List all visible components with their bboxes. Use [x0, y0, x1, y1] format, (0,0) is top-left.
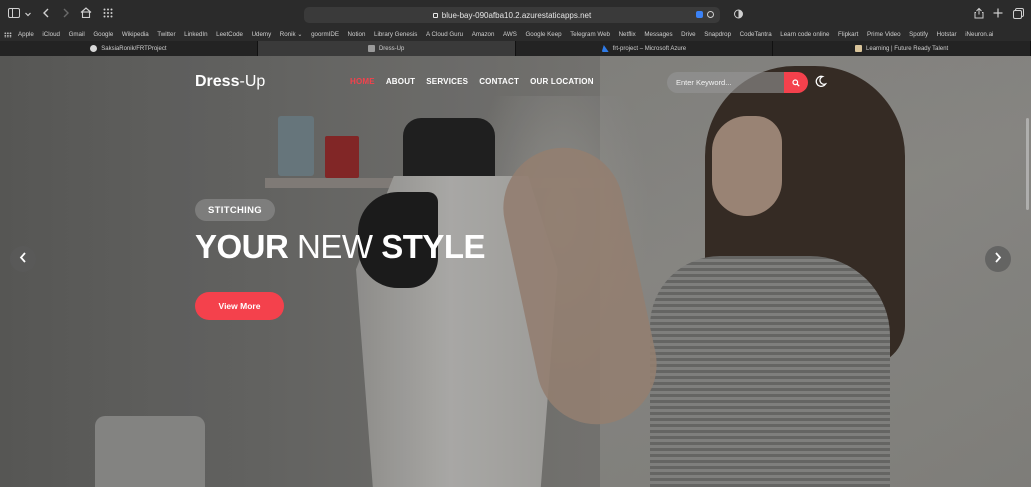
bookmark-item[interactable]: iNeuron.ai: [965, 31, 993, 38]
forward-icon[interactable]: [62, 8, 70, 20]
chevron-down-icon: ⌄: [295, 31, 303, 38]
reload-icon[interactable]: [707, 11, 714, 18]
dark-overlay: [0, 56, 1031, 487]
bookmark-item[interactable]: AWS: [503, 31, 517, 38]
share-icon[interactable]: [974, 7, 984, 21]
learning-site-icon: [855, 45, 863, 52]
bookmark-item[interactable]: iCloud: [42, 31, 60, 38]
bookmark-item[interactable]: Ronik ⌄: [280, 31, 303, 38]
back-icon[interactable]: [42, 8, 50, 20]
bookmark-item[interactable]: Learn code online: [780, 31, 829, 38]
bookmark-item[interactable]: Spotify: [909, 31, 928, 38]
nav-home-link[interactable]: HOME: [350, 77, 375, 86]
bookmark-item[interactable]: LeetCode: [216, 31, 243, 38]
lock-icon: [432, 12, 438, 18]
sidebar-toggle-icon[interactable]: [8, 8, 20, 20]
main-menu: HOME ABOUT SERVICES CONTACT OUR LOCATION: [350, 77, 605, 86]
bookmark-item[interactable]: Gmail: [69, 31, 85, 38]
bookmark-item[interactable]: goormIDE: [311, 31, 339, 38]
bookmarks-bar: Apple iCloud Gmail Google Wikipedia Twit…: [0, 28, 1031, 41]
bookmark-item[interactable]: A Cloud Guru: [426, 31, 463, 38]
tab-github[interactable]: SaksiaRonik/FRTProject: [0, 41, 258, 56]
chevron-left-icon: [19, 250, 27, 268]
browser-toolbar: blue-bay-090afba10.2.azurestaticapps.net: [0, 0, 1031, 28]
address-bar[interactable]: blue-bay-090afba10.2.azurestaticapps.net: [304, 7, 720, 23]
github-icon: [90, 45, 98, 52]
headline-word-1: YOUR: [195, 228, 289, 265]
bookmark-item[interactable]: Telegram Web: [570, 31, 610, 38]
shield-icon[interactable]: [734, 9, 743, 21]
dark-mode-toggle-icon[interactable]: [814, 75, 828, 88]
bookmark-item[interactable]: Drive: [681, 31, 695, 38]
bookmark-item[interactable]: Wikipedia: [122, 31, 149, 38]
page-favicon-icon: [367, 45, 375, 52]
page-scrollbar[interactable]: [1026, 118, 1029, 210]
new-tab-icon[interactable]: [993, 8, 1003, 20]
hero-badge: STITCHING: [195, 199, 275, 221]
bookmark-item[interactable]: Netflix: [619, 31, 636, 38]
tab-title: Learning | Future Ready Talent: [866, 45, 949, 52]
bookmark-item[interactable]: Apple: [18, 31, 34, 38]
logo-light-text: -Up: [239, 73, 266, 90]
tab-azure[interactable]: frt-project – Microsoft Azure: [515, 41, 774, 56]
search-button[interactable]: [784, 72, 808, 93]
view-more-button[interactable]: View More: [195, 292, 284, 320]
bookmark-item[interactable]: Library Genesis: [374, 31, 417, 38]
search-icon: [792, 74, 800, 92]
carousel-next-button[interactable]: [985, 246, 1011, 272]
headline-word-3: STYLE: [381, 228, 486, 265]
chevron-right-icon: [994, 250, 1002, 268]
search-box: [667, 72, 808, 93]
tab-title: frt-project – Microsoft Azure: [612, 45, 687, 52]
headline-word-2: NEW: [297, 228, 373, 265]
translate-icon[interactable]: [696, 11, 703, 18]
carousel-prev-button[interactable]: [10, 246, 36, 272]
bookmark-item[interactable]: Messages: [644, 31, 672, 38]
tab-learning[interactable]: Learning | Future Ready Talent: [773, 41, 1031, 56]
bookmark-item[interactable]: LinkedIn: [184, 31, 207, 38]
chevron-down-icon[interactable]: [24, 8, 32, 20]
nav-contact-link[interactable]: CONTACT: [479, 77, 519, 86]
tab-bar: SaksiaRonik/FRTProject Dress-Up frt-proj…: [0, 41, 1031, 56]
apps-grid-icon[interactable]: [4, 31, 12, 38]
site-logo[interactable]: Dress-Up: [195, 73, 265, 91]
grid-icon[interactable]: [103, 8, 113, 20]
bookmark-item[interactable]: Notion: [348, 31, 366, 38]
nav-services-link[interactable]: SERVICES: [426, 77, 468, 86]
bookmark-item[interactable]: Hotstar: [937, 31, 957, 38]
tab-overview-icon[interactable]: [1013, 8, 1024, 21]
bookmark-item[interactable]: Amazon: [472, 31, 495, 38]
tab-title: Dress-Up: [378, 45, 405, 52]
home-icon[interactable]: [80, 7, 92, 20]
bookmark-item[interactable]: Twitter: [157, 31, 175, 38]
nav-location-link[interactable]: OUR LOCATION: [530, 77, 594, 86]
tab-dress-up[interactable]: Dress-Up: [257, 41, 516, 56]
bookmark-item[interactable]: CodeTantra: [740, 31, 772, 38]
site-navbar: Dress-Up HOME ABOUT SERVICES CONTACT OUR…: [0, 72, 1031, 93]
tab-title: SaksiaRonik/FRTProject: [101, 45, 167, 52]
url-text: blue-bay-090afba10.2.azurestaticapps.net: [441, 10, 592, 20]
bookmark-item[interactable]: Udemy: [252, 31, 272, 38]
azure-icon: [601, 45, 609, 52]
bookmark-item[interactable]: Google Keep: [525, 31, 561, 38]
hero-section: Dress-Up HOME ABOUT SERVICES CONTACT OUR…: [0, 56, 1031, 487]
hero-headline: YOUR NEW STYLE: [195, 228, 486, 266]
bookmark-folder-label: Ronik: [279, 31, 296, 38]
nav-about-link[interactable]: ABOUT: [386, 77, 415, 86]
bookmark-item[interactable]: Google: [93, 31, 113, 38]
bookmark-item[interactable]: Flipkart: [838, 31, 858, 38]
search-input[interactable]: [667, 72, 784, 93]
logo-bold-text: Dress: [195, 73, 240, 90]
bookmark-item[interactable]: Snapdrop: [704, 31, 731, 38]
bookmark-item[interactable]: Prime Video: [867, 31, 901, 38]
